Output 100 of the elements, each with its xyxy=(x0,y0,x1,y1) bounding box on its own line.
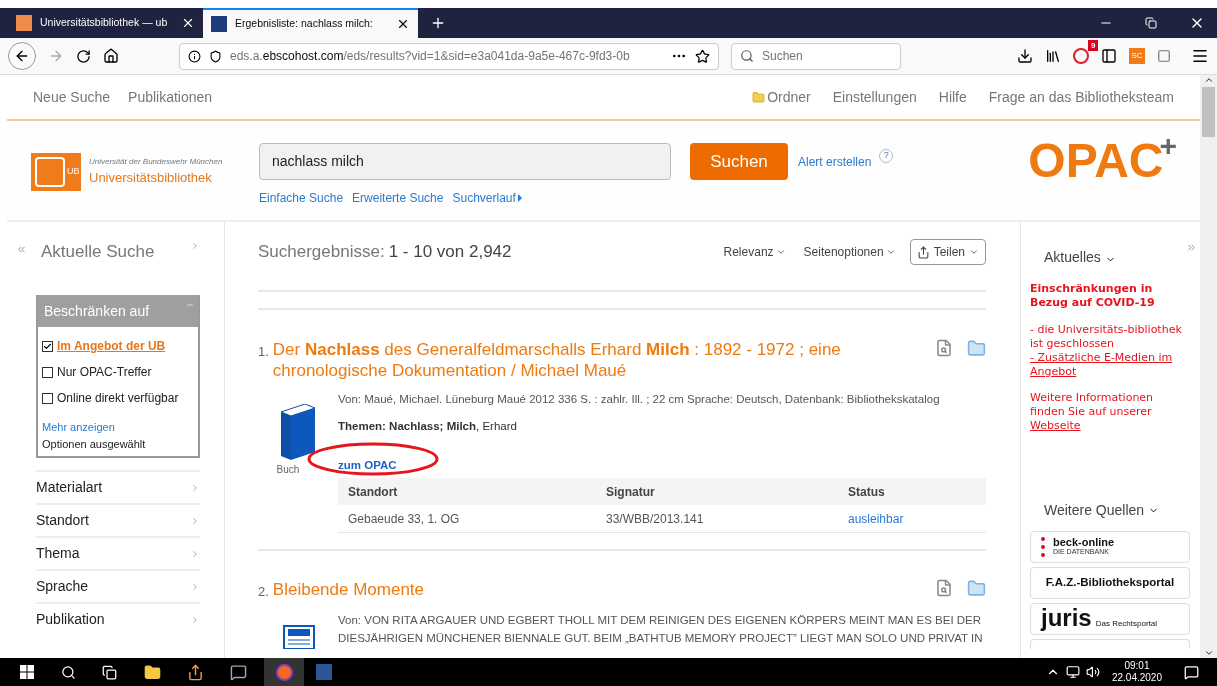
close-icon[interactable] xyxy=(181,16,195,30)
filter-checkbox[interactable] xyxy=(42,392,53,404)
column-header: Status xyxy=(848,483,886,501)
top-nav-link[interactable]: Hilfe xyxy=(938,86,967,108)
result-subjects: Themen: Nachlass; Milch, Erhard xyxy=(338,419,518,434)
filter-label[interactable]: Nur OPAC-Treffer xyxy=(57,363,152,381)
bookmark-star-icon[interactable] xyxy=(695,48,710,64)
sidebar-icon[interactable] xyxy=(1101,48,1117,64)
tab-title: Ergebnisliste: nachlass milch: xyxy=(235,16,374,32)
source-card[interactable]: juris Das Rechtsportal xyxy=(1030,603,1190,635)
browser-tab[interactable]: Ergebnisliste: nachlass milch: xyxy=(203,8,418,38)
windows-logo-icon[interactable] xyxy=(20,665,34,679)
browser-tab[interactable]: Universitätsbibliothek — ub xyxy=(8,8,203,38)
top-nav-link[interactable]: Publikationen xyxy=(128,86,213,108)
volume-icon[interactable] xyxy=(1085,665,1100,679)
chevron-right-icon xyxy=(190,581,200,592)
result-number: 2. xyxy=(258,583,269,602)
website-link[interactable]: Webseite xyxy=(1030,419,1081,432)
search-icon[interactable] xyxy=(61,664,76,680)
folder-link[interactable]: Ordner xyxy=(752,86,811,108)
status-link[interactable]: ausleihbar xyxy=(848,509,986,528)
search-button[interactable]: Suchen xyxy=(690,143,788,180)
more-link[interactable]: Mehr anzeigen xyxy=(42,419,194,436)
news-link[interactable]: - Zusätzliche E-Medien im Angebot xyxy=(1030,351,1190,379)
download-icon[interactable] xyxy=(1017,48,1033,64)
filter-label[interactable]: Online direkt verfügbar xyxy=(57,389,179,407)
column-header: Standort xyxy=(348,483,399,501)
container-icon[interactable] xyxy=(1157,49,1171,63)
news-text: - die Universitäts-bibliothek ist geschlossen xyxy=(1030,323,1183,351)
chevron-right-icon xyxy=(190,241,200,251)
library-icon[interactable] xyxy=(1045,48,1061,64)
address-bar[interactable]: eds.a.ebscohost.com/eds/results?vid=1&sid=e3a041da-9a5e-467c-9fd3-0b xyxy=(179,42,719,70)
panel-title: Beschränken auf xyxy=(44,301,151,321)
folder-icon[interactable] xyxy=(144,663,161,681)
table-cell-text: 33/WBB/2013.141 xyxy=(606,510,705,528)
caret-icon xyxy=(775,247,786,257)
facet-item[interactable]: Thema xyxy=(36,536,200,569)
scrollbar[interactable] xyxy=(1200,75,1217,658)
search-mode-link[interactable]: Einfache Suche xyxy=(259,189,344,207)
search-icon xyxy=(740,49,754,63)
result-meta: DIESJÄHRIGEN MÜNCHENER BIENNALE GUT. BEIM „BATHTUB MEMORY PROJECT” LIEGT MAN SOLO UND PRIVAT IN xyxy=(338,630,984,646)
filter-label[interactable]: Im Angebot der UB xyxy=(57,337,166,355)
close-icon[interactable] xyxy=(396,17,410,31)
facet-item[interactable]: Standort xyxy=(36,503,200,536)
network-icon[interactable] xyxy=(1065,665,1080,679)
newspaper-icon xyxy=(280,624,316,649)
sort-dropdown[interactable]: Relevanz xyxy=(723,243,786,261)
top-nav-link[interactable]: Einstellungen xyxy=(832,86,917,108)
menu-icon[interactable] xyxy=(1191,47,1209,65)
result-title[interactable]: Bleibende Momente xyxy=(272,579,425,601)
scrollbar-thumb[interactable] xyxy=(1202,87,1215,137)
facet-item[interactable]: Sprache xyxy=(36,569,200,602)
caret-icon xyxy=(969,247,979,257)
preview-icon[interactable] xyxy=(935,579,953,598)
sidebar-title: Aktuelle Suche xyxy=(40,241,156,264)
chat-icon[interactable] xyxy=(230,663,247,681)
transfer-icon[interactable] xyxy=(187,663,204,681)
filter-checkbox[interactable] xyxy=(42,340,53,352)
browser-search-field[interactable]: Suchen xyxy=(731,42,901,70)
info-icon[interactable] xyxy=(188,49,201,63)
notifications-icon[interactable] xyxy=(1184,664,1199,680)
news-heading: Einschränkungen in Bezug auf COVID-19 xyxy=(1030,282,1156,310)
chevron-right-icon xyxy=(190,482,200,493)
home-icon[interactable] xyxy=(103,48,119,64)
facet-item[interactable]: Publikation xyxy=(36,602,200,635)
book-icon xyxy=(281,404,315,460)
opac-link[interactable]: zum OPAC xyxy=(338,459,397,472)
page-options-dropdown[interactable]: Seitenoptionen xyxy=(803,243,896,261)
shield-icon[interactable] xyxy=(209,49,222,63)
browser-app-icon[interactable] xyxy=(275,663,293,681)
scroll-down-icon[interactable] xyxy=(1203,648,1214,658)
extension-button[interactable]: SC xyxy=(1129,48,1145,64)
search-field[interactable]: nachlass milch xyxy=(259,143,671,180)
reload-icon[interactable] xyxy=(76,48,91,64)
top-nav-link[interactable]: Neue Suche xyxy=(33,86,111,108)
result-meta: Von: VON RITA ARGAUER UND EGBERT THOLL MIT DEM REINIGEN DES EIGENEN KÖRPERS MEINT MAN ES BEI DER xyxy=(338,612,983,628)
filter-checkbox[interactable] xyxy=(42,366,53,378)
search-mode-link[interactable]: Erweiterte Suche xyxy=(352,189,444,207)
news-text: Weitere Informationen finden Sie auf unserer xyxy=(1030,391,1154,418)
new-tab-icon[interactable] xyxy=(430,15,446,31)
source-card[interactable]: F.A.Z.-Bibliotheksportal xyxy=(1030,567,1190,599)
scroll-up-icon[interactable] xyxy=(1203,75,1214,85)
chevron-right-icon xyxy=(190,548,200,559)
facet-item[interactable]: Materialart xyxy=(36,470,200,503)
alert-link[interactable]: Alert erstellen xyxy=(798,152,872,171)
tablet-icon xyxy=(35,157,65,187)
search-placeholder: Suchen xyxy=(762,48,803,65)
task-view-icon[interactable] xyxy=(102,664,117,680)
result-title[interactable]: Der Nachlass des Generalfeldmarschalls Erhard Milch : 1892 - 1972 ; eine chronologische Dokumentation / Michael Maué xyxy=(272,339,911,381)
search-mode-link[interactable]: Suchverlauf xyxy=(452,189,522,207)
logo-label: UB xyxy=(67,165,80,179)
restore-icon[interactable] xyxy=(1145,17,1157,29)
top-nav-link[interactable]: Frage an das Bibliotheksteam xyxy=(988,86,1174,108)
chevron-right-icon xyxy=(190,614,200,625)
share-button[interactable]: Teilen xyxy=(909,239,986,265)
preview-icon[interactable] xyxy=(935,339,953,357)
clock-date: 22.04.2020 xyxy=(1111,672,1162,684)
share-icon xyxy=(916,245,930,259)
url-text: eds.a.ebscohost.com/eds/results?vid=1&sid=e3a041da-9a5e-467c-9fd3-0b xyxy=(230,48,631,65)
folder-icon xyxy=(752,90,766,104)
